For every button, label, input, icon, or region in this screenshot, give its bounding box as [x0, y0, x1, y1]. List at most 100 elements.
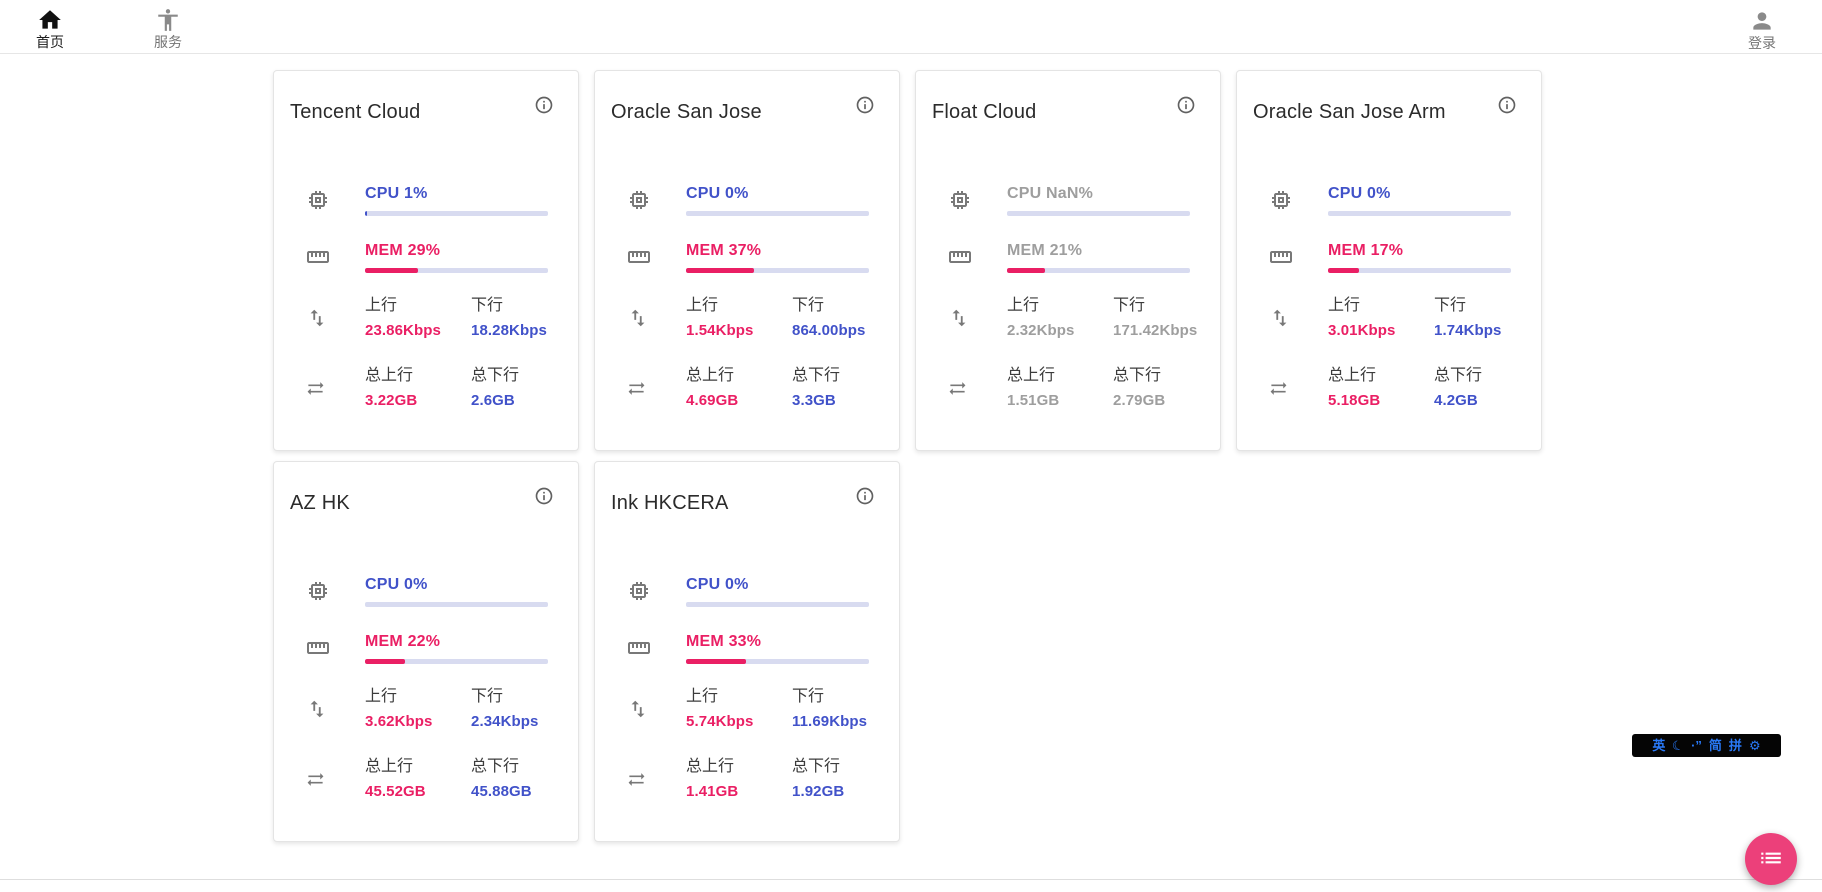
server-name: AZ HK: [290, 492, 350, 515]
cpu-chip-icon: [611, 579, 686, 603]
memory-ruler-icon: [290, 636, 365, 660]
mem-progress-fill: [1007, 268, 1045, 273]
server-stats: CPU 0% MEM 22% 上行 3.62Kbps: [290, 575, 548, 801]
memory-ruler-icon: [611, 636, 686, 660]
top-navigation-bar: 首页 服务 登录: [0, 0, 1822, 54]
mem-usage-label: MEM 21%: [1007, 241, 1190, 261]
download-speed: 11.69Kbps: [792, 713, 898, 731]
info-icon[interactable]: [534, 486, 554, 506]
up-down-arrows-icon: [1253, 307, 1328, 329]
cpu-progress-bar: [1328, 211, 1511, 216]
total-download-label: 总下行: [471, 366, 577, 386]
mem-progress-bar: [686, 659, 869, 664]
mem-usage-label: MEM 33%: [686, 632, 869, 652]
mem-usage-label: MEM 37%: [686, 241, 869, 261]
nav-item-home[interactable]: 首页: [36, 3, 64, 50]
ime-language-indicator[interactable]: 英: [1652, 734, 1665, 757]
cpu-usage-label: CPU 0%: [365, 575, 548, 595]
server-name: Oracle San Jose Arm: [1253, 101, 1446, 124]
total-upload-value: 1.41GB: [686, 783, 792, 801]
server-card-oracle-san-jose: Oracle San Jose CPU 0% MEM 37%: [594, 70, 900, 451]
mem-usage-label: MEM 17%: [1328, 241, 1511, 261]
total-download-value: 1.92GB: [792, 783, 898, 801]
ime-pinyin-indicator[interactable]: 拼: [1729, 734, 1742, 757]
total-upload-value: 1.51GB: [1007, 392, 1113, 410]
upload-speed: 2.32Kbps: [1007, 322, 1113, 340]
cpu-progress-bar: [1007, 211, 1190, 216]
total-upload-label: 总上行: [365, 757, 471, 777]
server-stats: CPU NaN% MEM 21% 上行 2.32Kbps: [932, 184, 1190, 410]
upload-label: 上行: [686, 687, 792, 707]
server-card-oracle-san-jose-arm: Oracle San Jose Arm CPU 0% MEM 17%: [1236, 70, 1542, 451]
download-speed: 171.42Kbps: [1113, 322, 1219, 340]
cpu-usage-label: CPU NaN%: [1007, 184, 1190, 204]
server-list-fab-button[interactable]: [1745, 833, 1797, 885]
download-speed: 1.74Kbps: [1434, 322, 1540, 340]
total-download-label: 总下行: [792, 366, 898, 386]
person-icon: [1749, 8, 1775, 34]
info-icon[interactable]: [855, 486, 875, 506]
upload-label: 上行: [1328, 296, 1434, 316]
total-upload-value: 5.18GB: [1328, 392, 1434, 410]
home-icon: [37, 7, 63, 33]
memory-ruler-icon: [611, 245, 686, 269]
nav-item-services[interactable]: 服务: [154, 3, 182, 50]
mem-progress-fill: [365, 268, 418, 273]
server-name: Tencent Cloud: [290, 101, 420, 124]
up-down-arrows-icon: [611, 307, 686, 329]
server-stats: CPU 1% MEM 29% 上行 23.86Kbps: [290, 184, 548, 410]
upload-label: 上行: [1007, 296, 1113, 316]
info-icon[interactable]: [855, 95, 875, 115]
ime-punctuation-icon[interactable]: ·”: [1691, 734, 1702, 757]
mem-progress-fill: [365, 659, 405, 664]
memory-ruler-icon: [1253, 245, 1328, 269]
cpu-usage-label: CPU 0%: [686, 184, 869, 204]
upload-label: 上行: [365, 296, 471, 316]
swap-arrows-icon: [290, 379, 365, 398]
cpu-usage-label: CPU 0%: [686, 575, 869, 595]
memory-ruler-icon: [290, 245, 365, 269]
download-label: 下行: [1113, 296, 1219, 316]
download-speed: 18.28Kbps: [471, 322, 577, 340]
mem-progress-bar: [1328, 268, 1511, 273]
cpu-chip-icon: [932, 188, 1007, 212]
upload-speed: 23.86Kbps: [365, 322, 471, 340]
total-download-value: 2.79GB: [1113, 392, 1219, 410]
cpu-progress-bar: [365, 211, 548, 216]
ime-moon-icon[interactable]: ☾: [1670, 733, 1687, 758]
memory-ruler-icon: [932, 245, 1007, 269]
download-label: 下行: [1434, 296, 1540, 316]
total-download-value: 4.2GB: [1434, 392, 1540, 410]
cpu-chip-icon: [290, 188, 365, 212]
cpu-chip-icon: [1253, 188, 1328, 212]
mem-progress-fill: [686, 268, 754, 273]
total-upload-value: 45.52GB: [365, 783, 471, 801]
ime-simplified-indicator[interactable]: 简: [1709, 734, 1722, 757]
total-download-label: 总下行: [792, 757, 898, 777]
server-name: Oracle San Jose: [611, 101, 762, 124]
nav-services-label: 服务: [154, 34, 182, 50]
download-speed: 864.00bps: [792, 322, 898, 340]
total-upload-label: 总上行: [1007, 366, 1113, 386]
footer-divider: [0, 879, 1822, 892]
cpu-chip-icon: [611, 188, 686, 212]
total-upload-label: 总上行: [365, 366, 471, 386]
download-label: 下行: [792, 296, 898, 316]
info-icon[interactable]: [1176, 95, 1196, 115]
server-stats: CPU 0% MEM 17% 上行 3.01Kbps: [1253, 184, 1511, 410]
download-label: 下行: [471, 296, 577, 316]
nav-item-login[interactable]: 登录: [1748, 4, 1776, 51]
mem-progress-bar: [365, 268, 548, 273]
total-upload-label: 总上行: [686, 757, 792, 777]
info-icon[interactable]: [1497, 95, 1517, 115]
mem-progress-bar: [365, 659, 548, 664]
info-icon[interactable]: [534, 95, 554, 115]
swap-arrows-icon: [932, 379, 1007, 398]
ime-settings-gear-icon[interactable]: ⚙: [1749, 734, 1761, 757]
up-down-arrows-icon: [932, 307, 1007, 329]
nav-left-group: 首页 服务: [0, 3, 182, 50]
total-upload-value: 4.69GB: [686, 392, 792, 410]
mem-usage-label: MEM 22%: [365, 632, 548, 652]
upload-speed: 5.74Kbps: [686, 713, 792, 731]
up-down-arrows-icon: [290, 698, 365, 720]
